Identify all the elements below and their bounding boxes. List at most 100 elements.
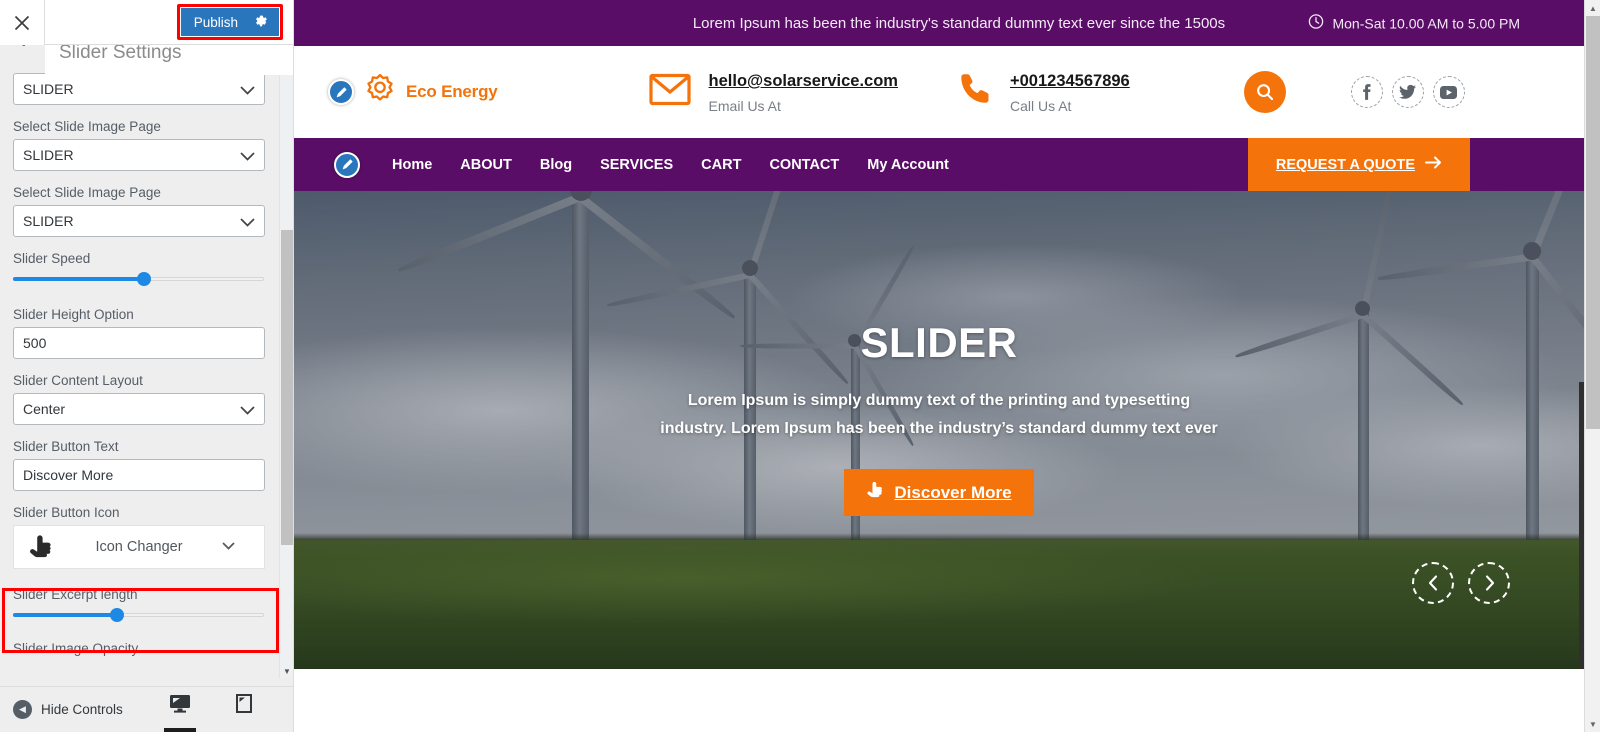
customizer-control-list: SLIDER Select Slide Image Page SLIDER Se… (0, 45, 280, 678)
control-slider-button-text: Slider Button Text (13, 439, 267, 491)
hide-controls-button[interactable]: ◀ Hide Controls (13, 700, 123, 719)
header-email-sub: Email Us At (708, 97, 781, 114)
control-slider-image-opacity: Slider Image Opacity (13, 641, 267, 656)
select-slide-image-page-0[interactable]: SLIDER (13, 73, 265, 105)
hero-description: Lorem Ipsum is simply dummy text of the … (660, 392, 1218, 437)
control-label: Select Slide Image Page (13, 119, 161, 134)
slider-excerpt-length-range[interactable] (13, 608, 264, 622)
header-phone-sub: Call Us At (1009, 97, 1072, 114)
nav-items: Home ABOUT Blog SERVICES CART CONTACT My… (334, 151, 949, 178)
search-icon[interactable] (1243, 71, 1286, 113)
topbar-hours-text: Mon-Sat 10.00 AM to 5.00 PM (1332, 15, 1520, 31)
select-slide-image-page-2[interactable]: SLIDER (13, 205, 265, 237)
facebook-icon[interactable] (1350, 76, 1383, 108)
control-label: Select Slide Image Page (13, 185, 161, 200)
brand-name: Eco Energy (406, 82, 498, 101)
site-header: Eco Energy hello@solarservice.com Email … (294, 46, 1584, 138)
publish-button[interactable]: Publish (180, 8, 279, 36)
site-nav: Home ABOUT Blog SERVICES CART CONTACT My… (294, 138, 1584, 191)
hero-content: SLIDER Lorem Ipsum is simply dummy text … (294, 319, 1584, 516)
sidebar-scrollbar-thumb[interactable] (281, 230, 293, 545)
sun-icon (362, 72, 398, 113)
header-email-value[interactable]: hello@solarservice.com (709, 70, 898, 94)
close-icon[interactable] (0, 0, 45, 45)
hero-discover-more-button[interactable]: Discover More (844, 469, 1034, 516)
request-a-quote-label: REQUEST A QUOTE (1275, 156, 1415, 173)
control-slider-content-layout: Slider Content Layout Center (13, 373, 267, 425)
hero-title: SLIDER (860, 319, 1018, 366)
pencil-icon[interactable] (334, 151, 360, 178)
control-label: Slider Excerpt length (13, 587, 138, 602)
slider-fill (13, 613, 117, 617)
brand-logo[interactable]: Eco Energy (328, 72, 498, 113)
nav-item-contact[interactable]: CONTACT (769, 157, 839, 173)
control-select-slide-image-page-1: Select Slide Image Page SLIDER (13, 119, 267, 171)
customizer-sidebar: SLIDER Select Slide Image Page SLIDER Se… (0, 0, 294, 732)
topbar-hours: Mon-Sat 10.00 AM to 5.00 PM (1308, 14, 1520, 33)
slider-button-text-input[interactable] (13, 459, 265, 491)
publish-label: Publish (193, 14, 238, 30)
youtube-icon[interactable] (1432, 76, 1465, 108)
hero-slider: SLIDER Lorem Ipsum is simply dummy text … (294, 191, 1584, 669)
header-phone-value[interactable]: +001234567896 (1010, 70, 1130, 94)
hand-point-up-icon (866, 481, 885, 504)
customizer-footer: ◀ Hide Controls (0, 686, 293, 732)
control-label: Slider Button Icon (13, 505, 120, 520)
control-label: Slider Content Layout (13, 373, 143, 388)
site-preview: Lorem Ipsum has been the industry's stan… (294, 0, 1584, 732)
hero-next-button[interactable] (1468, 562, 1510, 604)
hero-button-label: Discover More (894, 482, 1012, 502)
slider-height-input[interactable] (13, 327, 265, 359)
header-social-links (1350, 76, 1465, 108)
slider-knob[interactable] (110, 608, 124, 622)
scroll-down-icon[interactable]: ▼ (280, 664, 293, 678)
control-slider-excerpt-length: Slider Excerpt length (13, 587, 267, 622)
nav-item-services[interactable]: SERVICES (600, 157, 673, 173)
control-label: Slider Speed (13, 251, 91, 266)
request-a-quote-button[interactable]: REQUEST A QUOTE (1247, 138, 1470, 191)
select-slide-image-page-1[interactable]: SLIDER (13, 139, 265, 171)
device-tablet-button[interactable] (230, 686, 258, 732)
pencil-icon[interactable] (328, 79, 354, 105)
icon-changer-button[interactable]: Icon Changer (13, 525, 265, 569)
slider-fill (13, 277, 144, 281)
nav-item-my-account[interactable]: My Account (867, 157, 949, 173)
header-phone[interactable]: +001234567896 Call Us At (958, 70, 1130, 114)
twitter-icon[interactable] (1391, 76, 1424, 108)
phone-icon (958, 72, 992, 111)
control-label: Slider Height Option (13, 307, 134, 322)
nav-item-cart[interactable]: CART (701, 157, 741, 173)
hide-controls-label: Hide Controls (41, 702, 123, 717)
nav-item-about[interactable]: ABOUT (460, 157, 512, 173)
publish-highlight: Publish (176, 4, 283, 40)
control-slider-speed: Slider Speed (13, 251, 267, 286)
gear-icon[interactable] (254, 14, 268, 30)
scroll-up-icon[interactable]: ▲ (1585, 0, 1600, 16)
page-scrollbar-thumb[interactable] (1586, 16, 1600, 429)
envelope-icon (648, 73, 691, 111)
sidebar-scrollbar[interactable]: ▲ ▼ (279, 45, 293, 678)
scroll-down-icon[interactable]: ▼ (1585, 716, 1600, 732)
control-select-slide-image-page-2: Select Slide Image Page SLIDER (13, 185, 267, 237)
nav-item-blog[interactable]: Blog (540, 157, 572, 173)
control-slider-height-option: Slider Height Option (13, 307, 267, 359)
hero-prev-button[interactable] (1412, 562, 1454, 604)
slider-speed-range[interactable] (13, 272, 264, 286)
chevron-down-icon (222, 541, 235, 553)
device-desktop-button[interactable] (164, 686, 196, 732)
desktop-icon (169, 694, 191, 718)
hand-point-up-icon (28, 535, 55, 564)
control-label: Slider Image Opacity (13, 641, 139, 656)
page-scrollbar[interactable]: ▲ ▼ (1584, 0, 1600, 732)
nav-item-home[interactable]: Home (392, 157, 432, 173)
arrow-right-icon (1425, 156, 1442, 173)
slider-knob[interactable] (137, 272, 151, 286)
slider-content-layout-select[interactable]: Center (13, 393, 265, 425)
control-select-slide-image-page-0: SLIDER (13, 73, 267, 105)
header-email[interactable]: hello@solarservice.com Email Us At (648, 70, 898, 114)
control-slider-button-icon: Slider Button Icon Icon Changer (13, 505, 267, 569)
tablet-icon (236, 694, 252, 718)
customizer-topbar: Publish (0, 0, 293, 45)
device-preview-buttons (164, 686, 293, 732)
chevron-left-circle-icon: ◀ (13, 700, 32, 719)
